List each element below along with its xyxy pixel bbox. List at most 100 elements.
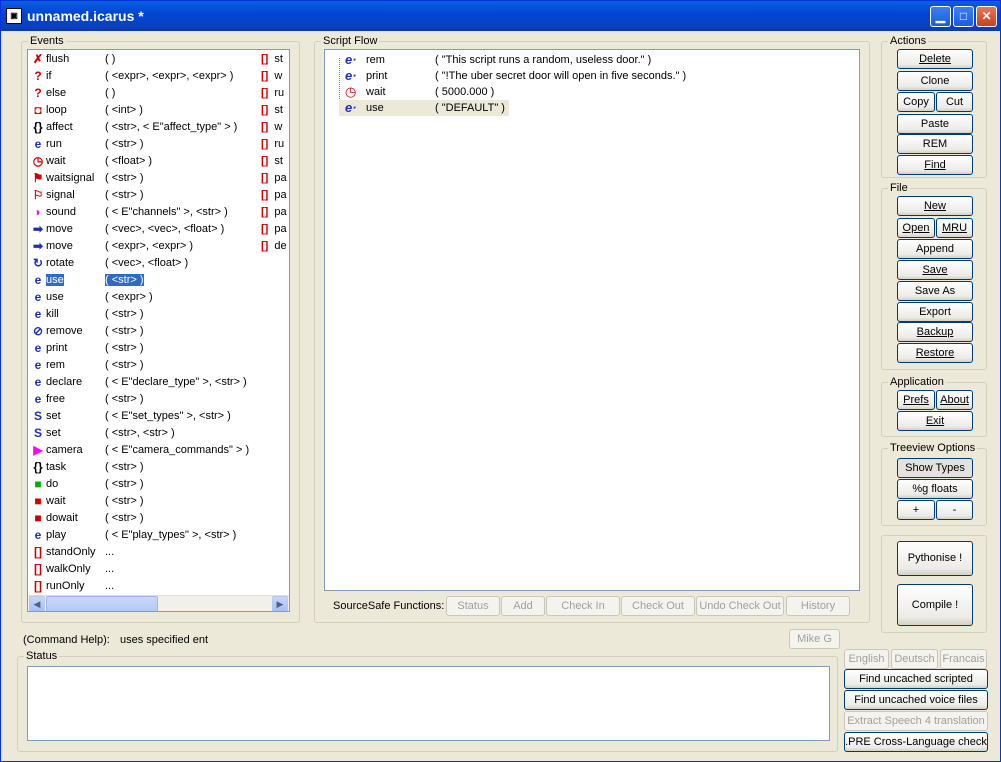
find-uncached-audio-button[interactable]: Find uncached scripted audio [844, 669, 988, 703]
sourcesafe-history-button[interactable]: History [786, 596, 850, 616]
deutsch-button[interactable]: Deutsch [891, 649, 938, 669]
event-item[interactable]: e free ( <str> ) [28, 391, 288, 408]
event-item[interactable]: e rem ( <str> ) [28, 357, 288, 374]
save-as-button[interactable]: Save As [897, 281, 973, 301]
event-name: move [46, 240, 73, 252]
e-icon: e [34, 273, 42, 287]
event-item[interactable]: ◘ loop ( <int> ) [28, 102, 288, 119]
event-item[interactable]: ■ wait ( <str> ) [28, 493, 288, 510]
event-item[interactable]: e print ( <str> ) [28, 340, 288, 357]
prefs-button[interactable]: Prefs [897, 390, 935, 410]
pre-cross-language-check-button[interactable]: .PRE Cross-Language check [844, 732, 988, 752]
flow-node[interactable]: ◷ wait ( 5000.000 ) [339, 84, 699, 100]
flow-node[interactable]: e· rem ( "This script runs a random, usele… [339, 52, 699, 68]
restore-button[interactable]: Restore [897, 343, 973, 363]
status-textbox[interactable] [27, 666, 830, 741]
event-item[interactable]: ➡ move ( <expr>, <expr> ) [28, 238, 288, 255]
about-button[interactable]: About [936, 390, 973, 410]
event-item[interactable]: Sset ( <str>, <str> ) [28, 425, 288, 442]
new-button[interactable]: New [897, 196, 973, 216]
flow-node-name: rem [366, 54, 385, 66]
english-button[interactable]: English [844, 649, 889, 669]
sourcesafe-check-out-button[interactable]: Check Out [621, 596, 695, 616]
event-item[interactable]: {} task ( <str> ) [28, 459, 288, 476]
cut-button[interactable]: Cut [936, 92, 973, 112]
event-item[interactable]: ➡ move ( <vec>, <vec>, <float> ) [28, 221, 288, 238]
event-name: signal [46, 189, 75, 201]
event-item[interactable]: e kill ( <str> ) [28, 306, 288, 323]
delete-button[interactable]: Delete [897, 49, 973, 69]
scroll-left-button[interactable]: ◀ [29, 596, 45, 611]
export-button[interactable]: Export [897, 302, 973, 322]
sourcesafe-status-button[interactable]: Status [446, 596, 500, 616]
e-icon: e [34, 341, 42, 355]
event-item[interactable]: Sset ( < E"set_types" >, <str> ) [28, 408, 288, 425]
bracket-icon: [] st [261, 53, 283, 65]
event-item[interactable]: [] standOnly... [28, 544, 288, 561]
event-name-truncated: pa [274, 206, 287, 218]
paste-button[interactable]: Paste [897, 114, 973, 134]
scroll-thumb[interactable] [46, 596, 158, 611]
event-item[interactable]: ▶ camera ( < E"camera_commands" > ) [28, 442, 288, 459]
event-name: if [46, 70, 52, 82]
close-button[interactable]: ✕ [976, 6, 997, 27]
event-item[interactable]: e use ( <str> ) [28, 272, 288, 289]
event-name: play [46, 529, 67, 541]
minimize-button[interactable]: ▁ [930, 6, 951, 27]
rem-button[interactable]: REM [897, 134, 973, 154]
exit-button[interactable]: Exit [897, 411, 973, 431]
event-args: ( < E"play_types" >, <str> ) [105, 529, 237, 541]
save-button[interactable]: Save [897, 260, 973, 280]
collapse-button[interactable]: - [936, 500, 973, 520]
script-flow-legend: Script Flow [321, 35, 380, 47]
sourcesafe-undo-check-out-button[interactable]: Undo Check Out [696, 596, 784, 616]
event-item[interactable]: [] walkOnly... [28, 561, 288, 578]
open-button[interactable]: Open [897, 218, 935, 238]
events-list[interactable]: ✗ flush ( )? if ( <expr>, <expr>, <expr> )? e… [27, 49, 290, 612]
event-item[interactable]: ? if ( <expr>, <expr>, <expr> ) [28, 68, 288, 85]
chevron-left-icon: ◀ [33, 599, 41, 609]
user-button[interactable]: Mike G [789, 629, 840, 649]
show-types-toggle[interactable]: Show Types [897, 458, 973, 478]
event-item[interactable]: e use ( <expr> ) [28, 289, 288, 306]
backup-button[interactable]: Backup [897, 322, 973, 342]
compile-button[interactable]: Compile ! [897, 584, 973, 626]
event-item[interactable]: ↻ rotate ( <vec>, <float> ) [28, 255, 288, 272]
event-item[interactable]: ⚑ waitsignal ( <str> ) [28, 170, 288, 187]
event-item[interactable]: {} affect ( <str>, < E"affect_type" > ) [28, 119, 288, 136]
append-button[interactable]: Append [897, 239, 973, 259]
maximize-button[interactable]: □ [953, 6, 974, 27]
event-item[interactable]: ◗ sound ( < E"channels" >, <str> ) [28, 204, 288, 221]
copy-button[interactable]: Copy [897, 92, 935, 112]
event-item[interactable]: e run ( <str> ) [28, 136, 288, 153]
script-flow-tree[interactable]: e· rem ( "This script runs a random, usele… [324, 49, 860, 591]
pythonise-button[interactable]: Pythonise ! [897, 541, 973, 576]
event-item[interactable]: ? else ( ) [28, 85, 288, 102]
mru-button[interactable]: MRU [936, 218, 973, 238]
event-name-truncated: st [274, 53, 283, 65]
clone-button[interactable]: Clone [897, 71, 973, 91]
find-uncached-voice-button[interactable]: Find uncached voice files [844, 690, 988, 710]
flow-node[interactable]: e· use ( "DEFAULT" ) [339, 100, 509, 116]
g-floats-toggle[interactable]: %g floats [897, 479, 973, 499]
find-button[interactable]: Find [897, 155, 973, 175]
event-item[interactable]: ■ dowait ( <str> ) [28, 510, 288, 527]
event-name: loop [46, 104, 67, 116]
francais-button[interactable]: Francais [940, 649, 987, 669]
flow-node-args: ( 5000.000 ) [435, 86, 495, 98]
event-item[interactable]: e play ( < E"play_types" >, <str> ) [28, 527, 288, 544]
expand-button[interactable]: + [897, 500, 935, 520]
flow-node[interactable]: e· print ( "!The uber secret door will ope… [339, 68, 699, 84]
scroll-right-button[interactable]: ▶ [272, 596, 288, 611]
extract-speech-button[interactable]: Extract Speech 4 translation [844, 711, 988, 731]
sourcesafe-check-in-button[interactable]: Check In [546, 596, 620, 616]
event-item[interactable]: ⚐ signal ( <str> ) [28, 187, 288, 204]
event-item[interactable]: ■ do ( <str> ) [28, 476, 288, 493]
event-item[interactable]: ◷ wait ( <float> ) [28, 153, 288, 170]
event-item[interactable]: [] runOnly... [28, 578, 288, 595]
event-item[interactable]: ✗ flush ( ) [28, 51, 288, 68]
events-hscrollbar[interactable]: ◀ ▶ [28, 595, 289, 611]
sourcesafe-add-button[interactable]: Add [501, 596, 545, 616]
event-item[interactable]: ⊘ remove ( <str> ) [28, 323, 288, 340]
event-item[interactable]: e declare ( < E"declare_type" >, <str> ) [28, 374, 288, 391]
